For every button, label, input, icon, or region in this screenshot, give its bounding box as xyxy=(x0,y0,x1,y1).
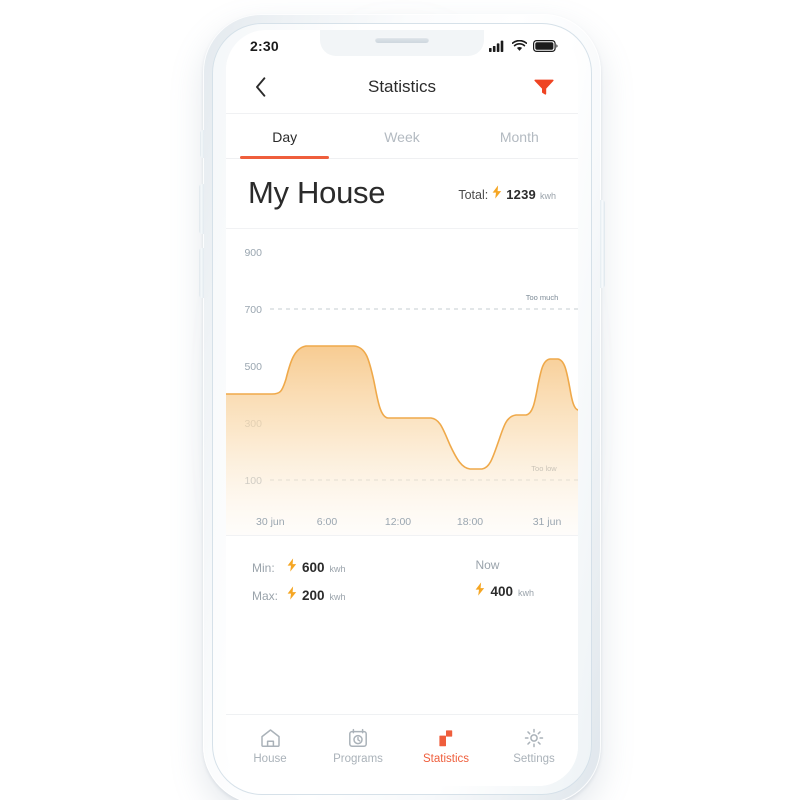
back-button[interactable] xyxy=(248,74,274,100)
house-header: My House Total: 1239 kwh xyxy=(226,159,578,229)
power-button[interactable] xyxy=(600,200,605,288)
tab-week-label: Week xyxy=(384,129,420,145)
min-label: Min: xyxy=(252,561,275,575)
phone-screen: 2:30 Statistics Day Week Month My House … xyxy=(226,30,578,786)
chart-svg: 900 700 500 300 100 Too much Too low 30 … xyxy=(226,247,578,535)
x-tick-2: 12:00 xyxy=(385,516,411,528)
max-value: 200 xyxy=(302,588,325,603)
navigation-bar: Statistics xyxy=(226,60,578,114)
min-value: 600 xyxy=(302,560,325,575)
x-tick-4: 31 jun xyxy=(533,516,562,528)
now-unit: kwh xyxy=(517,588,534,598)
volume-down-button[interactable] xyxy=(199,248,204,298)
tab-day-label: Day xyxy=(272,129,298,145)
battery-full-icon xyxy=(533,40,558,52)
tab-month[interactable]: Month xyxy=(461,114,578,158)
status-time: 2:30 xyxy=(250,38,279,54)
min-unit: kwh xyxy=(329,564,346,574)
y-tick-700: 700 xyxy=(244,304,262,316)
lightning-bolt-icon xyxy=(287,558,297,576)
page-title: Statistics xyxy=(367,76,437,96)
x-tick-0: 30 jun xyxy=(256,516,285,528)
tabbar-label-programs: Programs xyxy=(333,753,383,765)
tabbar-item-programs[interactable]: Programs xyxy=(314,727,402,765)
tab-month-label: Month xyxy=(499,129,539,145)
total-value: 1239 xyxy=(506,187,536,202)
tabbar-label-house: House xyxy=(253,753,287,765)
tab-week[interactable]: Week xyxy=(343,114,460,158)
x-tick-1: 6:00 xyxy=(317,516,338,528)
chevron-left-icon xyxy=(256,76,266,97)
chart-area-fill xyxy=(226,346,578,535)
period-tabs: Day Week Month xyxy=(226,114,578,159)
threshold-label-too-much: Too much xyxy=(526,293,559,302)
now-value: 400 xyxy=(490,584,513,599)
silent-switch-button[interactable] xyxy=(200,130,204,158)
stats-min-max: Min: 600 kwh Max: 200 kwh xyxy=(252,558,346,604)
y-tick-500: 500 xyxy=(244,361,262,373)
volume-up-button[interactable] xyxy=(199,184,204,234)
stat-row-now: 400 kwh xyxy=(475,582,534,600)
screenshot-root: 2:30 Statistics Day Week Month My House … xyxy=(0,0,800,800)
tabbar-label-statistics: Statistics xyxy=(422,753,469,765)
consumption-chart: 900 700 500 300 100 Too much Too low 30 … xyxy=(226,229,578,536)
status-bar: 2:30 xyxy=(226,30,578,60)
tabbar-item-settings[interactable]: Settings xyxy=(490,727,578,765)
home-icon xyxy=(260,727,281,748)
cellular-signal-icon xyxy=(489,40,504,52)
tabbar-label-settings: Settings xyxy=(513,753,555,765)
now-label: Now xyxy=(475,558,500,572)
y-tick-900: 900 xyxy=(244,247,262,259)
calendar-clock-icon xyxy=(348,727,368,748)
max-label: Max: xyxy=(252,589,279,603)
x-tick-3: 18:00 xyxy=(457,516,483,528)
filter-icon xyxy=(534,79,554,95)
tab-day[interactable]: Day xyxy=(226,114,343,159)
max-unit: kwh xyxy=(329,592,346,602)
lightning-bolt-icon xyxy=(475,582,485,600)
lightning-bolt-icon xyxy=(287,586,297,604)
total-consumption: Total: 1239 kwh xyxy=(458,185,556,208)
total-unit: kwh xyxy=(539,191,556,201)
filter-button[interactable] xyxy=(532,75,556,99)
bar-chart-icon xyxy=(436,727,456,748)
stats-summary: Min: 600 kwh Max: 200 kwh Now 400 kwh xyxy=(226,536,578,604)
house-name: My House xyxy=(248,175,386,210)
total-label: Total: xyxy=(458,188,489,202)
stat-row-max: Max: 200 kwh xyxy=(252,586,346,604)
wifi-icon xyxy=(512,40,527,51)
lightning-bolt-icon xyxy=(492,185,502,203)
stats-now: Now 400 kwh xyxy=(475,558,552,604)
status-icons xyxy=(489,40,558,52)
tabbar-item-statistics[interactable]: Statistics xyxy=(402,727,490,765)
gear-icon xyxy=(524,727,544,748)
tabbar-item-house[interactable]: House xyxy=(226,727,314,765)
bottom-tab-bar: House Programs Statistics Settings xyxy=(226,714,578,786)
stat-row-min: Min: 600 kwh xyxy=(252,558,346,576)
